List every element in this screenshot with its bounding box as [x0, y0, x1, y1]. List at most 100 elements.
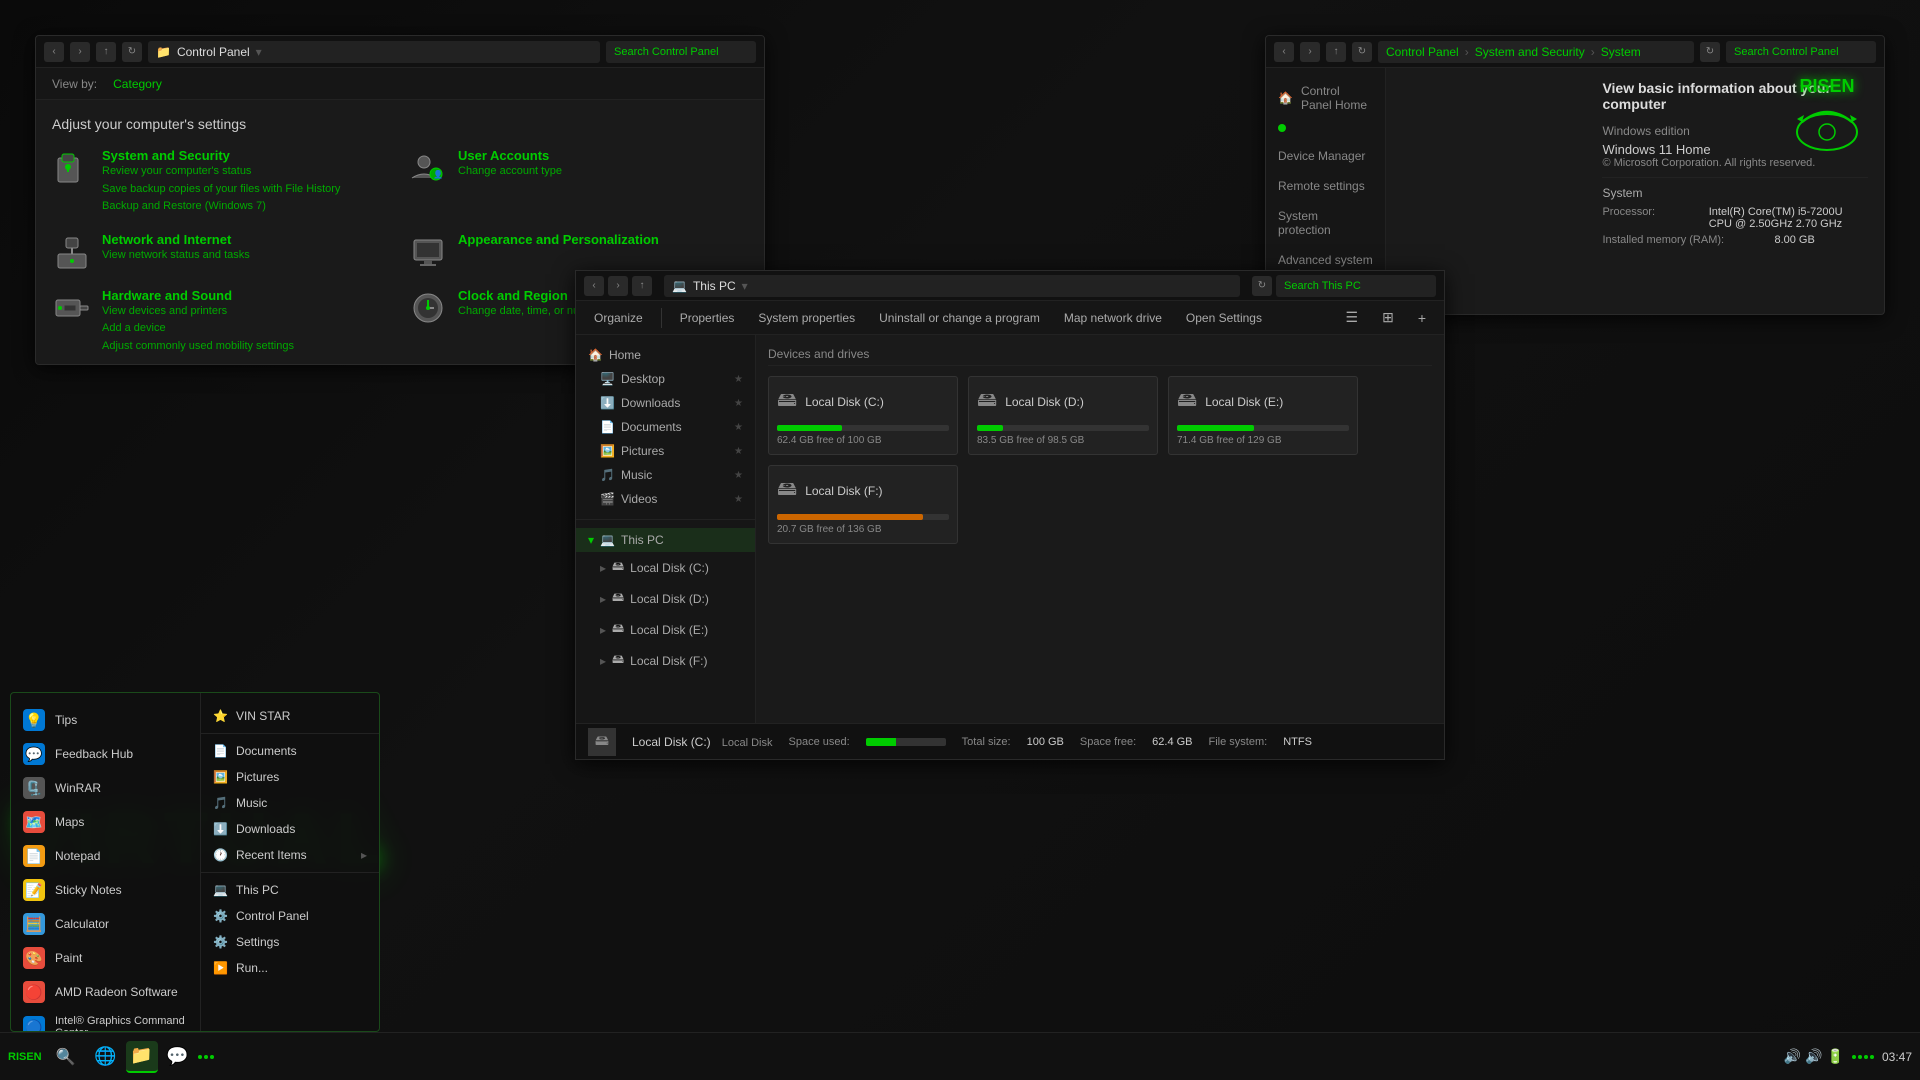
hardware-link2[interactable]: Add a device: [102, 320, 294, 338]
user-accounts-heading[interactable]: User Accounts: [458, 148, 562, 163]
intel-icon: 🔵: [23, 1016, 45, 1031]
sys-address-bar[interactable]: Control Panel › System and Security › Sy…: [1378, 41, 1694, 63]
start-item-feedback[interactable]: 💬 Feedback Hub: [11, 737, 200, 771]
music-icon: 🎵: [600, 468, 615, 482]
view-list-btn[interactable]: ☰: [1336, 305, 1369, 330]
drive-f-card[interactable]: 🖴 Local Disk (F:) 20.7 GB free of 136 GB: [768, 465, 958, 544]
nav-pictures[interactable]: 🖼️ Pictures ★: [576, 439, 755, 463]
network-heading[interactable]: Network and Internet: [102, 232, 250, 247]
right-item-run[interactable]: ▶️ Run...: [201, 955, 379, 981]
sys-refresh[interactable]: ↻: [1352, 42, 1372, 62]
hardware-link3[interactable]: Adjust commonly used mobility settings: [102, 338, 294, 356]
system-security-heading[interactable]: System and Security: [102, 148, 340, 163]
start-item-winrar[interactable]: 🗜️ WinRAR: [11, 771, 200, 805]
nav-home[interactable]: 🏠 Home: [576, 343, 755, 367]
cp-breadcrumb[interactable]: Control Panel: [1386, 45, 1459, 59]
map-drive-btn[interactable]: Map network drive: [1054, 307, 1172, 329]
sys-nav-up[interactable]: ↑: [1326, 42, 1346, 62]
hardware-heading[interactable]: Hardware and Sound: [102, 288, 294, 303]
taskbar-risen-logo[interactable]: RISEN: [8, 1051, 42, 1063]
sys-nav-forward[interactable]: ›: [1300, 42, 1320, 62]
uninstall-btn[interactable]: Uninstall or change a program: [869, 307, 1050, 329]
properties-btn[interactable]: Properties: [670, 307, 745, 329]
tree-this-pc[interactable]: ▾ 💻 This PC: [576, 528, 755, 552]
taskbar-icon-teams[interactable]: 💬: [162, 1041, 194, 1073]
view-grid-btn[interactable]: ⊞: [1372, 305, 1404, 330]
start-item-calculator[interactable]: 🧮 Calculator: [11, 907, 200, 941]
search-bar[interactable]: Search Control Panel: [606, 41, 756, 63]
right-item-pictures[interactable]: 🖼️ Pictures: [201, 764, 379, 790]
taskbar-icon-edge[interactable]: 🌐: [90, 1041, 122, 1073]
recent-icon: 🕐: [213, 848, 228, 862]
network-link1[interactable]: View network status and tasks: [102, 247, 250, 265]
nav-downloads[interactable]: ⬇️ Downloads ★: [576, 391, 755, 415]
right-item-documents[interactable]: 📄 Documents: [201, 738, 379, 764]
sidebar-item-device-manager[interactable]: Device Manager: [1266, 141, 1385, 171]
user-accounts-link1[interactable]: Change account type: [458, 163, 562, 181]
exp-address-bar[interactable]: 💻 This PC ▾: [664, 275, 1240, 297]
tree-local-f[interactable]: ▸ 🖴 Local Disk (F:): [576, 645, 755, 676]
organize-btn[interactable]: Organize: [584, 307, 653, 329]
drive-e-card[interactable]: 🖴 Local Disk (E:) 71.4 GB free of 129 GB: [1168, 376, 1358, 455]
drive-c-bar-fill: [777, 425, 842, 431]
right-item-settings[interactable]: ⚙️ Settings: [201, 929, 379, 955]
start-item-amd[interactable]: 🔴 AMD Radeon Software: [11, 975, 200, 1009]
network-tray-icon[interactable]: 🔊: [1784, 1048, 1801, 1065]
right-item-controlpanel[interactable]: ⚙️ Control Panel: [201, 903, 379, 929]
start-item-intel[interactable]: 🔵 Intel® Graphics Command Center: [11, 1009, 200, 1031]
sys-sec-breadcrumb[interactable]: System and Security: [1475, 45, 1585, 59]
appearance-text: Appearance and Personalization: [458, 232, 659, 247]
exp-refresh[interactable]: ↻: [1252, 276, 1272, 296]
sys-refresh2[interactable]: ↻: [1700, 42, 1720, 62]
refresh-btn[interactable]: ↻: [122, 42, 142, 62]
sys-nav-back[interactable]: ‹: [1274, 42, 1294, 62]
system-security-link2[interactable]: Save backup copies of your files with Fi…: [102, 181, 340, 199]
taskbar-search-icon[interactable]: 🔍: [50, 1041, 82, 1073]
exp-search[interactable]: Search This PC: [1276, 275, 1436, 297]
nav-forward[interactable]: ›: [70, 42, 90, 62]
nav-desktop[interactable]: 🖥️ Desktop ★: [576, 367, 755, 391]
right-item-vinstar[interactable]: ⭐ VIN STAR: [201, 703, 379, 729]
volume-tray-icon[interactable]: 🔊: [1805, 1048, 1822, 1065]
drive-d-card[interactable]: 🖴 Local Disk (D:) 83.5 GB free of 98.5 G…: [968, 376, 1158, 455]
start-item-sticky-notes[interactable]: 📝 Sticky Notes: [11, 873, 200, 907]
taskbar-icon-explorer[interactable]: 📁: [126, 1041, 158, 1073]
right-item-thispc[interactable]: 💻 This PC: [201, 877, 379, 903]
nav-back[interactable]: ‹: [44, 42, 64, 62]
nav-up[interactable]: ↑: [96, 42, 116, 62]
open-settings-btn[interactable]: Open Settings: [1176, 307, 1272, 329]
system-breadcrumb[interactable]: System: [1601, 45, 1641, 59]
system-props-btn[interactable]: System properties: [748, 307, 865, 329]
tree-local-e[interactable]: ▸ 🖴 Local Disk (E:): [576, 614, 755, 645]
start-item-maps[interactable]: 🗺️ Maps: [11, 805, 200, 839]
address-bar[interactable]: 📁 Control Panel ▾: [148, 41, 600, 63]
right-item-recent[interactable]: 🕐 Recent Items ▸: [201, 842, 379, 868]
system-security-link3[interactable]: Backup and Restore (Windows 7): [102, 198, 340, 216]
sidebar-item-system-protection[interactable]: System protection: [1266, 201, 1385, 245]
appearance-heading[interactable]: Appearance and Personalization: [458, 232, 659, 247]
battery-tray-icon[interactable]: 🔋: [1827, 1048, 1844, 1065]
tree-local-c[interactable]: ▸ 🖴 Local Disk (C:): [576, 552, 755, 583]
sys-search[interactable]: Search Control Panel: [1726, 41, 1876, 63]
nav-documents[interactable]: 📄 Documents ★: [576, 415, 755, 439]
sidebar-item-home[interactable]: 🏠 Control Panel Home: [1266, 76, 1385, 120]
start-item-paint[interactable]: 🎨 Paint: [11, 941, 200, 975]
drive-c-card[interactable]: 🖴 Local Disk (C:) 62.4 GB free of 100 GB: [768, 376, 958, 455]
hardware-link1[interactable]: View devices and printers: [102, 303, 294, 321]
new-folder-btn[interactable]: +: [1408, 305, 1436, 330]
view-mode[interactable]: Category: [113, 77, 162, 91]
start-item-tips[interactable]: 💡 Tips: [11, 703, 200, 737]
start-item-notepad[interactable]: 📄 Notepad: [11, 839, 200, 873]
home-nav-icon: 🏠: [588, 348, 603, 362]
right-item-downloads[interactable]: ⬇️ Downloads: [201, 816, 379, 842]
tree-local-d[interactable]: ▸ 🖴 Local Disk (D:): [576, 583, 755, 614]
nav-videos[interactable]: 🎬 Videos ★: [576, 487, 755, 511]
exp-nav-up[interactable]: ↑: [632, 276, 652, 296]
music-label: Music: [621, 468, 652, 482]
sidebar-item-remote[interactable]: Remote settings: [1266, 171, 1385, 201]
right-item-music[interactable]: 🎵 Music: [201, 790, 379, 816]
exp-nav-forward[interactable]: ›: [608, 276, 628, 296]
exp-nav-back[interactable]: ‹: [584, 276, 604, 296]
system-security-link1[interactable]: Review your computer's status: [102, 163, 340, 181]
nav-music[interactable]: 🎵 Music ★: [576, 463, 755, 487]
